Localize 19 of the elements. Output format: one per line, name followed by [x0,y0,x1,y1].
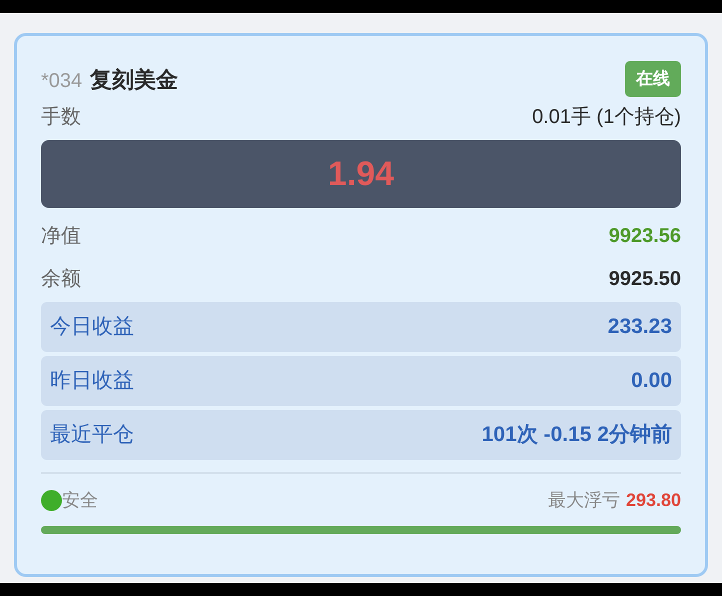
lots-label: 手数 [41,105,81,130]
profit-value: 1.94 [328,154,394,194]
stat-value: 9925.50 [608,266,681,292]
account-id: *034 [41,68,82,94]
stat-value: 101次 -0.15 2分钟前 [482,422,672,448]
stat-value: 9923.56 [608,224,681,248]
stat-label: 今日收益 [50,314,134,340]
lots-value: 0.01手 (1个持仓) [532,105,681,130]
stat-label: 余额 [41,266,81,292]
status-badge: 在线 [625,61,681,97]
max-drawdown-value: 293.80 [626,488,681,512]
stat-value: 233.23 [608,314,672,340]
stat-label: 最近平仓 [50,422,134,448]
max-drawdown-label: 最大浮亏 [548,488,620,512]
stat-label: 净值 [41,224,81,248]
stat-label: 昨日收益 [50,368,134,394]
stat-value: 0.00 [631,368,672,394]
risk-label: 安全 [62,488,98,512]
account-name: 复刻美金 [90,66,178,94]
